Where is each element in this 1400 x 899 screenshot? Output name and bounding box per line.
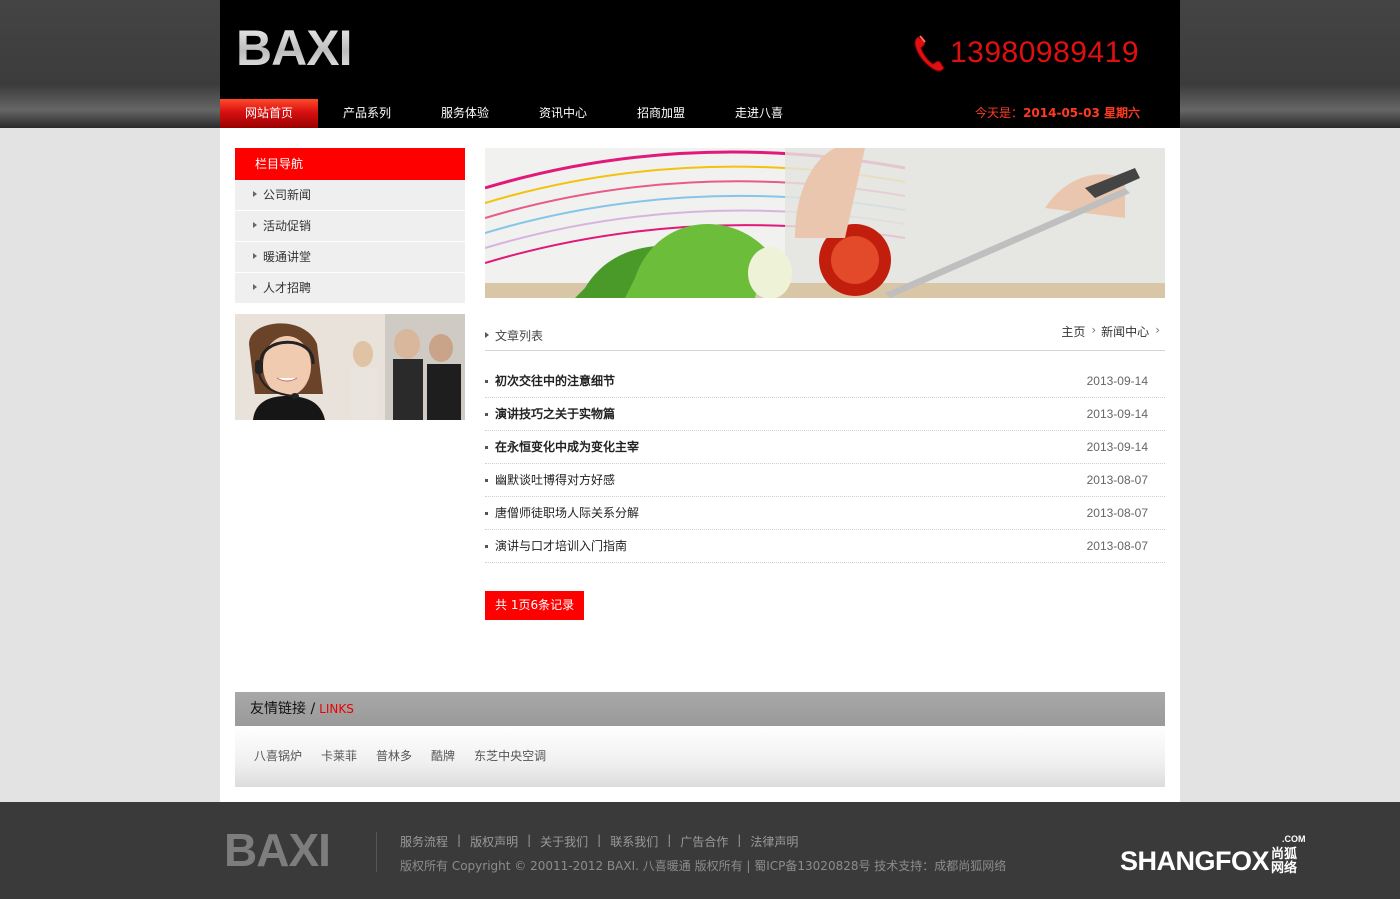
footer-link-service-process[interactable]: 服务流程	[400, 833, 448, 850]
baxi-logo[interactable]: BAXI	[236, 22, 352, 74]
sidebar-item-label: 暖通讲堂	[263, 250, 312, 264]
friend-link[interactable]: 东芝中央空调	[474, 726, 546, 787]
footer-links: 服务流程 | 版权声明 | 关于我们 | 联系我们 | 广告合作 | 法律声明	[400, 833, 798, 850]
breadcrumb-news-center[interactable]: 新闻中心	[1101, 323, 1149, 340]
footer-separator: |	[737, 833, 742, 847]
breadcrumb: 主页 › 新闻中心 ›	[1061, 323, 1165, 340]
article-row[interactable]: 在永恒变化中成为变化主宰 2013-09-14	[485, 431, 1165, 464]
nav-about[interactable]: 走进八喜	[710, 99, 808, 128]
list-title-text: 文章列表	[495, 329, 544, 343]
footer-link-copyright[interactable]: 版权声明	[470, 833, 518, 850]
square-bullet-icon	[485, 545, 488, 548]
article-date: 2013-09-14	[1086, 407, 1148, 421]
footer-divider	[376, 832, 377, 872]
sidebar-item-label: 公司新闻	[263, 188, 312, 202]
footer-link-legal[interactable]: 法律声明	[750, 833, 798, 850]
phone-icon	[914, 35, 945, 72]
article-row[interactable]: 幽默谈吐博得对方好感 2013-08-07	[485, 464, 1165, 497]
friend-links-header: 友情链接 / LINKS	[235, 692, 1165, 726]
friend-link[interactable]: 八喜锅炉	[254, 726, 302, 787]
nav-franchise[interactable]: 招商加盟	[612, 99, 710, 128]
date-prefix: 今天是：	[975, 106, 1024, 120]
friend-links-title-en: LINKS	[319, 702, 354, 716]
friend-link[interactable]: 酷牌	[431, 726, 455, 787]
article-date: 2013-09-14	[1086, 374, 1148, 388]
square-bullet-icon	[485, 446, 488, 449]
footer: BAXI 服务流程 | 版权声明 | 关于我们 | 联系我们 | 广告合作 | …	[0, 802, 1400, 899]
article-date: 2013-09-14	[1086, 440, 1148, 454]
triangle-bullet-icon	[253, 222, 257, 228]
article-list: 初次交往中的注意细节 2013-09-14 演讲技巧之关于实物篇 2013-09-1…	[485, 365, 1165, 563]
friend-link[interactable]: 普林多	[376, 726, 412, 787]
pagination-info: 共 1页6条记录	[485, 591, 585, 620]
footer-link-about-us[interactable]: 关于我们	[540, 833, 588, 850]
current-date: 今天是：2014-05-03 星期六	[975, 99, 1140, 128]
phone-number: 13980989419	[950, 36, 1140, 69]
phone-block: 13980989419	[912, 32, 1139, 74]
friend-link[interactable]: 卡莱菲	[321, 726, 357, 787]
shangfox-wordmark: SHANGFOX	[1120, 846, 1270, 876]
footer-separator: |	[667, 833, 672, 847]
sidebar-item-hvac-lectures[interactable]: 暖通讲堂	[235, 242, 465, 273]
article-title[interactable]: 演讲与口才培训入门指南	[495, 539, 627, 553]
footer-link-contact[interactable]: 联系我们	[610, 833, 658, 850]
shangfox-com: .COM	[1282, 834, 1306, 844]
footer-separator: |	[597, 833, 602, 847]
triangle-bullet-icon	[485, 332, 489, 338]
article-row[interactable]: 唐僧师徒职场人际关系分解 2013-08-07	[485, 497, 1165, 530]
main-nav: 网站首页 产品系列 服务体验 资讯中心 招商加盟 走进八喜 今天是：2014-0…	[220, 99, 1180, 128]
customer-service-banner[interactable]	[235, 314, 465, 420]
friend-links-list: 八喜锅炉 卡莱菲 普林多 酷牌 东芝中央空调	[235, 726, 1165, 787]
square-bullet-icon	[485, 512, 488, 515]
content-area: 栏目导航 公司新闻 活动促销 暖通讲堂 人才招聘 文章列表 主页 › 新闻中心 …	[220, 128, 1180, 802]
article-row[interactable]: 演讲技巧之关于实物篇 2013-09-14	[485, 398, 1165, 431]
sidebar: 栏目导航 公司新闻 活动促销 暖通讲堂 人才招聘	[235, 148, 465, 420]
triangle-bullet-icon	[253, 253, 257, 259]
article-title[interactable]: 幽默谈吐博得对方好感	[495, 473, 615, 487]
article-row[interactable]: 初次交往中的注意细节 2013-09-14	[485, 365, 1165, 398]
triangle-bullet-icon	[253, 284, 257, 290]
nav-products[interactable]: 产品系列	[318, 99, 416, 128]
footer-separator: |	[527, 833, 532, 847]
sidebar-item-label: 活动促销	[263, 219, 312, 233]
copyright-text: 版权所有 Copyright © 20011-2012 BAXI. 八喜暖通 版…	[400, 859, 1007, 873]
sidebar-item-recruitment[interactable]: 人才招聘	[235, 273, 465, 304]
sidebar-item-label: 人才招聘	[263, 281, 312, 295]
list-title: 文章列表	[485, 327, 543, 344]
chevron-right-icon: ›	[1091, 323, 1097, 337]
article-title[interactable]: 在永恒变化中成为变化主宰	[495, 440, 639, 454]
nav-home[interactable]: 网站首页	[220, 99, 318, 128]
kitchen-illustration	[485, 148, 1165, 298]
article-title[interactable]: 演讲技巧之关于实物篇	[495, 407, 615, 421]
friend-links-title: 友情链接 /	[250, 701, 316, 717]
article-title[interactable]: 初次交往中的注意细节	[495, 374, 615, 388]
footer-baxi-logo: BAXI	[224, 824, 331, 876]
customer-service-illustration	[235, 314, 465, 420]
date-value: 2014-05-03 星期六	[1023, 106, 1140, 120]
square-bullet-icon	[485, 380, 488, 383]
shangfox-chinese: 尚狐网络	[1271, 847, 1298, 876]
breadcrumb-home[interactable]: 主页	[1061, 323, 1085, 340]
triangle-bullet-icon	[253, 191, 257, 197]
sidebar-item-company-news[interactable]: 公司新闻	[235, 180, 465, 211]
article-row[interactable]: 演讲与口才培训入门指南 2013-08-07	[485, 530, 1165, 563]
nav-news[interactable]: 资讯中心	[514, 99, 612, 128]
square-bullet-icon	[485, 479, 488, 482]
header: BAXI 13980989419 网站首页 产品系列 服务体验 资讯中心 招商加…	[220, 0, 1180, 128]
article-title[interactable]: 唐僧师徒职场人际关系分解	[495, 506, 639, 520]
list-header: 文章列表 主页 › 新闻中心 ›	[485, 323, 1165, 351]
article-date: 2013-08-07	[1086, 506, 1148, 520]
article-date: 2013-08-07	[1086, 539, 1148, 553]
nav-service[interactable]: 服务体验	[416, 99, 514, 128]
kitchen-banner[interactable]	[485, 148, 1165, 298]
main-column: 文章列表 主页 › 新闻中心 › 初次交往中的注意细节 2013-09-14 演讲…	[485, 148, 1165, 620]
article-date: 2013-08-07	[1086, 473, 1148, 487]
shangfox-logo[interactable]: SHANGFOX .COM 尚狐网络	[1120, 834, 1306, 876]
sidebar-item-promotions[interactable]: 活动促销	[235, 211, 465, 242]
square-bullet-icon	[485, 413, 488, 416]
sidebar-title: 栏目导航	[235, 148, 465, 180]
chevron-right-icon: ›	[1155, 323, 1160, 337]
footer-link-advertising[interactable]: 广告合作	[680, 833, 728, 850]
footer-separator: |	[457, 833, 462, 847]
